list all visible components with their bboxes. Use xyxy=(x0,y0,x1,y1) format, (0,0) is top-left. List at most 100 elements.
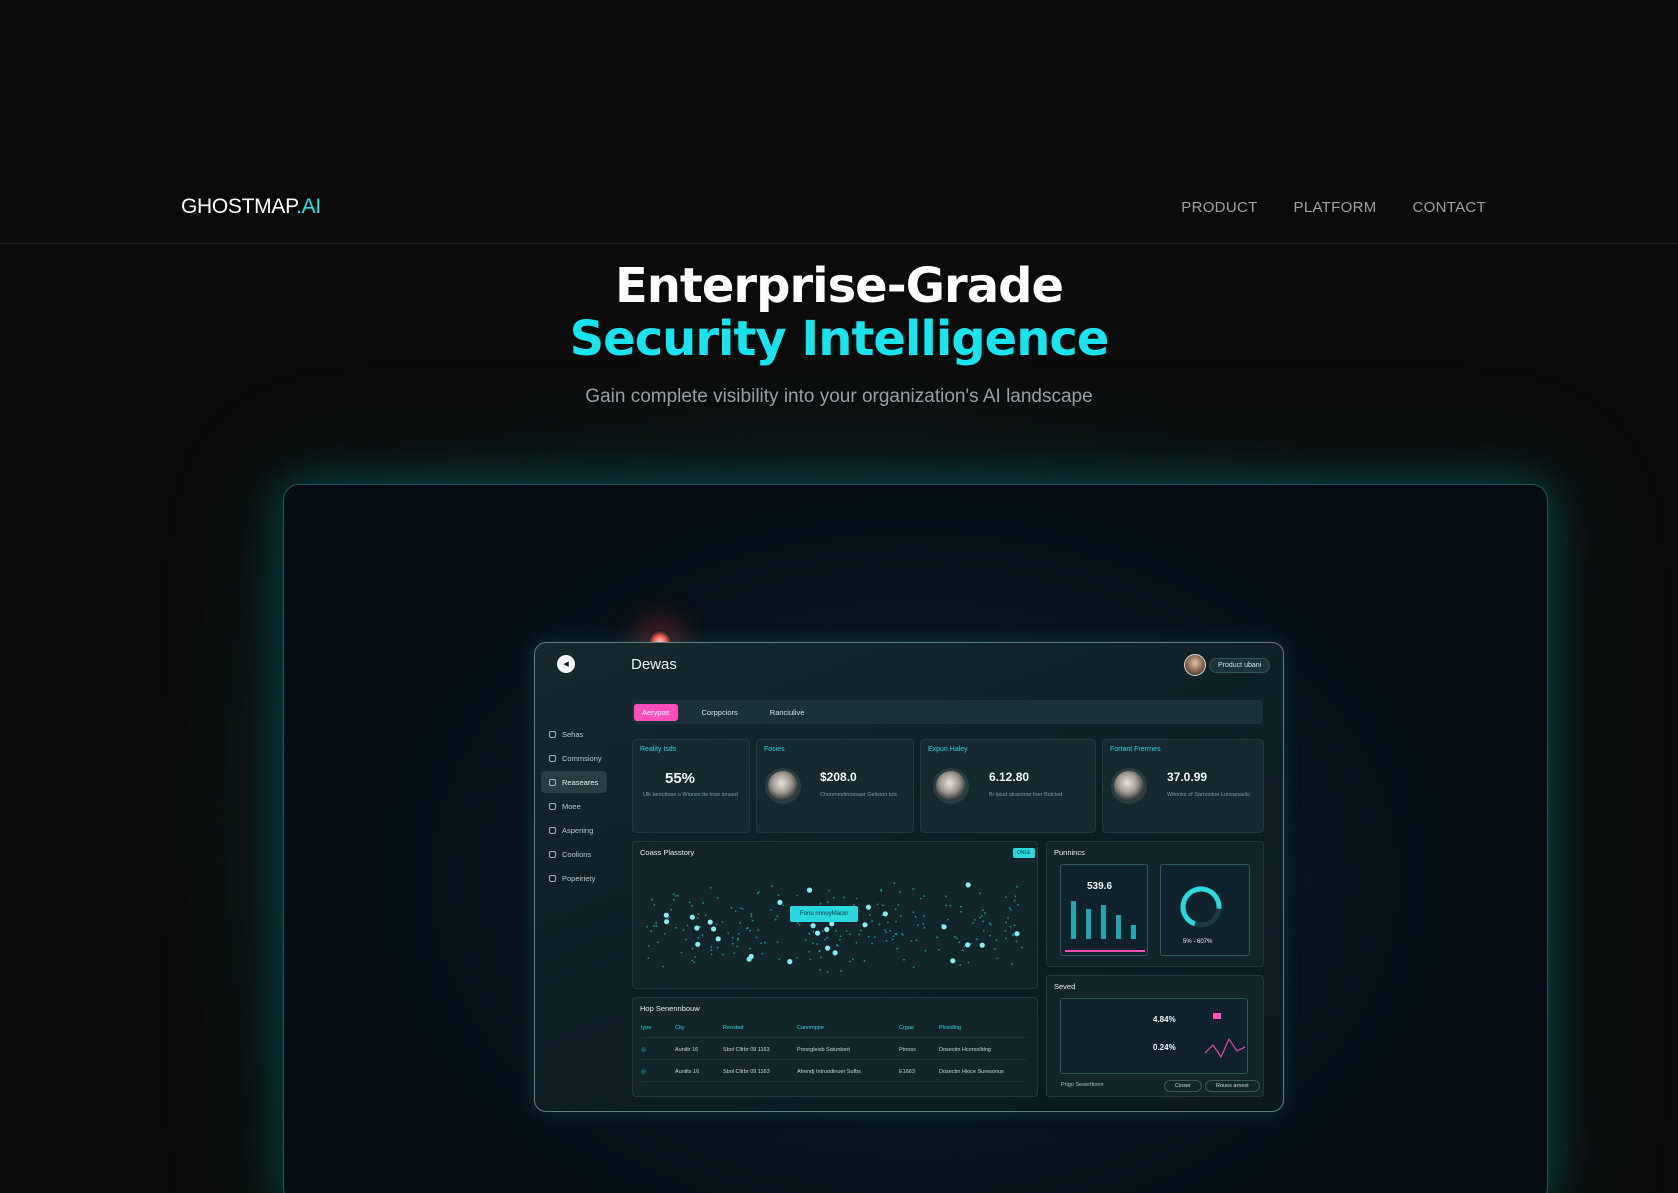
network-node xyxy=(967,961,970,964)
network-node xyxy=(944,895,947,898)
network-node xyxy=(959,964,962,966)
network-node xyxy=(731,937,734,939)
table-row: ◎ Auniltr 16 Sbol Cllrbr 09 1163 Presrgl… xyxy=(641,1040,1026,1060)
network-node xyxy=(771,885,773,888)
check-icon: ◎ xyxy=(641,1068,646,1075)
network-node xyxy=(715,936,721,942)
network-node xyxy=(880,889,883,891)
nav-product[interactable]: PRODUCT xyxy=(1181,199,1257,216)
stat-card: Fortant Frerrnes 37.0.99 Witonks of Sarn… xyxy=(1102,739,1264,833)
network-node xyxy=(733,952,736,954)
network-node xyxy=(651,898,653,901)
nav-platform[interactable]: PLATFORM xyxy=(1294,199,1377,216)
network-node xyxy=(761,952,764,955)
panel-title: Punnincs xyxy=(1054,848,1085,857)
main-nav: PRODUCT PLATFORM CONTACT xyxy=(1181,199,1486,216)
network-node xyxy=(696,917,699,919)
network-node xyxy=(670,908,673,911)
network-node xyxy=(1013,924,1016,927)
nav-contact[interactable]: CONTACT xyxy=(1413,199,1486,216)
card-avatar xyxy=(765,768,801,804)
network-node xyxy=(818,950,821,952)
network-node xyxy=(749,957,752,960)
network-node xyxy=(710,953,713,956)
dashboard-title: Dewas xyxy=(631,656,677,673)
network-node xyxy=(862,922,868,928)
check-icon: ◎ xyxy=(641,1046,646,1053)
network-node xyxy=(961,949,964,951)
network-node xyxy=(819,956,822,959)
network-node xyxy=(748,953,754,960)
network-node xyxy=(826,901,829,903)
network-node xyxy=(757,929,760,931)
network-node xyxy=(1009,925,1012,928)
network-node xyxy=(912,966,915,969)
sidebar-item-label: Coolions xyxy=(562,849,592,859)
sidebar-item-label: Sehas xyxy=(562,729,584,739)
network-node xyxy=(716,896,719,899)
network-node xyxy=(855,897,858,900)
brand-name: GHOSTMAP xyxy=(181,195,297,218)
sidebar-item-label: Moee xyxy=(562,801,581,811)
network-node xyxy=(657,941,659,944)
avatar xyxy=(1184,654,1206,676)
network-node xyxy=(960,911,962,913)
network-node xyxy=(824,926,830,932)
network-node xyxy=(897,904,900,906)
network-node xyxy=(685,938,687,941)
network-map-panel: Coass Plasstory ONLE Fonu nnnoyMacer xyxy=(632,841,1038,989)
network-node xyxy=(655,922,658,924)
stat-card-title: Expuri Haley xyxy=(928,746,968,753)
network-node xyxy=(979,942,985,948)
network-node xyxy=(1009,909,1012,911)
network-node xyxy=(828,889,831,892)
network-node xyxy=(881,914,884,917)
card-avatar xyxy=(1111,768,1147,804)
brand-logo[interactable]: GHOSTMAP.AI xyxy=(181,195,321,219)
network-node xyxy=(900,915,902,917)
bar-widget: 539.6 xyxy=(1060,864,1148,956)
network-node xyxy=(673,898,675,901)
sidebar-item-active: Reaseares xyxy=(541,771,607,793)
network-node xyxy=(835,929,838,932)
sidebar-icon xyxy=(549,778,556,786)
network-node xyxy=(975,938,978,941)
sidebar-item-label: Commsiony xyxy=(562,753,602,763)
tab: Corppciors xyxy=(701,707,738,717)
network-node xyxy=(889,930,892,932)
mini-bar-chart xyxy=(1065,901,1145,952)
network-node xyxy=(691,947,694,950)
network-node xyxy=(812,942,814,945)
network-node xyxy=(959,905,962,908)
network-node xyxy=(664,919,670,925)
network-node xyxy=(989,934,991,937)
network-node xyxy=(868,914,871,916)
network-node xyxy=(1014,931,1020,937)
network-node xyxy=(653,925,656,927)
network-node xyxy=(923,895,925,897)
network-node xyxy=(674,895,677,897)
sidebar-item-label: Reaseares xyxy=(562,777,599,787)
network-node xyxy=(664,933,666,935)
sidebar-item: Commsiony xyxy=(541,747,607,769)
table-header-cell: Crgae xyxy=(899,1024,914,1031)
network-node xyxy=(1016,885,1018,888)
network-node xyxy=(710,946,713,948)
table-header-cell: Cannmppe xyxy=(797,1024,824,1031)
network-node xyxy=(852,958,854,961)
network-node xyxy=(956,937,958,940)
network-node xyxy=(677,894,679,897)
network-node xyxy=(923,927,926,929)
stat-card-value: $208.0 xyxy=(820,770,857,784)
stat-card-desc: Bi Ipiud strasome foer Bolcted xyxy=(989,792,1063,798)
network-node xyxy=(903,958,905,961)
network-node xyxy=(680,951,683,954)
sidebar-item-label: Popeiriety xyxy=(562,873,596,883)
network-node xyxy=(796,922,799,924)
network-node xyxy=(1005,921,1008,924)
ring-widget: 5% - 607% xyxy=(1160,864,1250,956)
network-node xyxy=(688,901,691,904)
network-node xyxy=(849,960,851,963)
network-node xyxy=(750,913,753,915)
network-node xyxy=(882,911,888,917)
